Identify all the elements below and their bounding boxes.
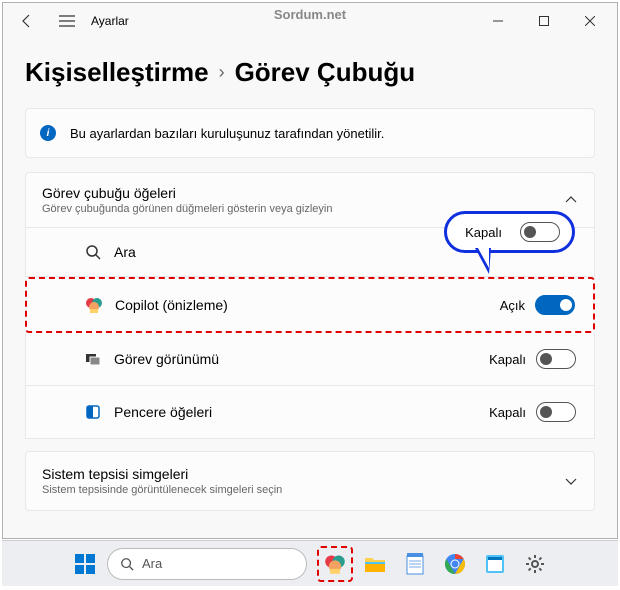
- row-copilot[interactable]: Copilot (önizleme) Açık: [25, 277, 595, 333]
- row-label: Görev görünümü: [114, 351, 219, 367]
- taskbar-notepad-icon[interactable]: [397, 546, 433, 582]
- taskbar-app-icon[interactable]: [477, 546, 513, 582]
- row-label: Pencere öğeleri: [114, 404, 212, 420]
- banner-text: Bu ayarlardan bazıları kuruluşunuz taraf…: [70, 126, 384, 141]
- taskbar-explorer-icon[interactable]: [357, 546, 393, 582]
- taskbar-copilot-icon[interactable]: [317, 546, 353, 582]
- taskbar: Ara: [2, 540, 618, 586]
- taskview-icon: [84, 350, 102, 368]
- toggle-widgets[interactable]: [536, 402, 576, 422]
- titlebar: Ayarlar Sordum.net: [3, 3, 617, 39]
- info-icon: i: [40, 125, 56, 141]
- row-widgets[interactable]: Pencere öğeleri Kapalı: [25, 386, 595, 439]
- row-label: Ara: [114, 244, 136, 260]
- info-banner: i Bu ayarlardan bazıları kuruluşunuz tar…: [25, 108, 595, 158]
- back-button[interactable]: [7, 3, 47, 39]
- search-icon: [84, 243, 102, 261]
- app-title: Ayarlar: [91, 14, 129, 28]
- row-state: Kapalı: [489, 352, 526, 367]
- settings-window: Ayarlar Sordum.net Kişiselleştirme › Gör…: [2, 2, 618, 539]
- maximize-button[interactable]: [521, 6, 567, 36]
- watermark: Sordum.net: [274, 7, 346, 22]
- toggle-taskview[interactable]: [536, 349, 576, 369]
- taskbar-search[interactable]: Ara: [107, 548, 307, 580]
- callout-toggle: [520, 222, 560, 242]
- breadcrumb: Kişiselleştirme › Görev Çubuğu: [25, 57, 595, 88]
- chevron-up-icon: [564, 193, 578, 207]
- widgets-icon: [84, 403, 102, 421]
- section-title: Görev çubuğu öğeleri: [42, 185, 332, 201]
- taskbar-settings-icon[interactable]: [517, 546, 553, 582]
- chevron-down-icon: [564, 474, 578, 488]
- row-state: Kapalı: [489, 405, 526, 420]
- callout-state: Kapalı: [465, 225, 502, 240]
- breadcrumb-current: Görev Çubuğu: [235, 57, 416, 88]
- breadcrumb-separator: ›: [219, 62, 225, 83]
- section-subtitle: Sistem tepsisinde görüntülenecek simgele…: [42, 484, 282, 496]
- copilot-icon: [85, 296, 103, 314]
- section-title: Sistem tepsisi simgeleri: [42, 466, 282, 482]
- toggle-copilot[interactable]: [535, 295, 575, 315]
- taskbar-search-placeholder: Ara: [142, 556, 162, 571]
- section-subtitle: Görev çubuğunda görünen düğmeleri göster…: [42, 203, 332, 215]
- row-label: Copilot (önizleme): [115, 297, 228, 313]
- start-button[interactable]: [67, 546, 103, 582]
- row-state: Açık: [500, 298, 525, 313]
- taskbar-chrome-icon[interactable]: [437, 546, 473, 582]
- content-area: Kişiselleştirme › Görev Çubuğu i Bu ayar…: [3, 39, 617, 511]
- breadcrumb-parent[interactable]: Kişiselleştirme: [25, 57, 209, 88]
- section-tray-icons-header[interactable]: Sistem tepsisi simgeleri Sistem tepsisin…: [25, 451, 595, 511]
- menu-button[interactable]: [47, 3, 87, 39]
- callout-bubble: Kapalı: [444, 211, 575, 253]
- minimize-button[interactable]: [475, 6, 521, 36]
- row-taskview[interactable]: Görev görünümü Kapalı: [25, 333, 595, 386]
- close-button[interactable]: [567, 6, 613, 36]
